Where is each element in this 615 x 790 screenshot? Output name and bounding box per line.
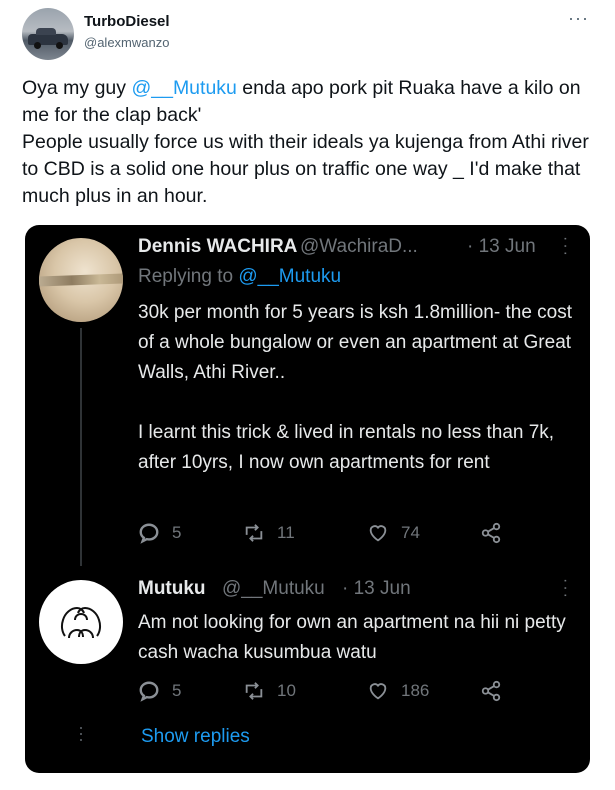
- reply-author-name[interactable]: Mutuku: [138, 578, 206, 600]
- wheel-icon: [34, 42, 41, 49]
- retweet-icon: [245, 524, 263, 542]
- replying-to-mention[interactable]: @__Mutuku: [238, 266, 341, 287]
- share-icon: [481, 680, 501, 702]
- retweet-button[interactable]: 10: [243, 680, 296, 702]
- heart-icon: [369, 525, 387, 542]
- show-replies-link[interactable]: Show replies: [141, 726, 250, 748]
- reply-date[interactable]: · 13 Jun: [467, 236, 536, 258]
- share-button[interactable]: [480, 522, 502, 544]
- retweet-icon: [245, 682, 263, 700]
- reply-text: Am not looking for own an apartment na h…: [138, 612, 566, 663]
- wheel-icon: [56, 42, 63, 49]
- reply-avatar-mutuku[interactable]: [39, 580, 123, 664]
- thread-dot: [80, 739, 82, 741]
- heart-icon: [369, 683, 387, 700]
- author-name[interactable]: TurboDiesel: [84, 13, 170, 30]
- reply-text: 30k per month for 5 years is ksh 1.8mill…: [138, 302, 573, 473]
- reply-button[interactable]: 5: [138, 680, 181, 702]
- reply-author-handle[interactable]: @__Mutuku: [222, 578, 325, 600]
- mention-link[interactable]: @__Mutuku: [131, 77, 236, 99]
- reply-author-name[interactable]: Dennis WACHIRA: [138, 236, 297, 258]
- tweet-text: Oya my guy @__Mutuku enda apo pork pit R…: [22, 77, 589, 207]
- more-options-button[interactable]: ···: [568, 8, 589, 29]
- reply-avatar-dennis[interactable]: [39, 238, 123, 322]
- reply-author-handle[interactable]: @WachiraD...: [300, 236, 418, 258]
- faces-logo-icon: [60, 606, 102, 639]
- thread-dot: [80, 733, 82, 735]
- thread-dot: [80, 727, 82, 729]
- reply-date[interactable]: · 13 Jun: [342, 578, 411, 600]
- comment-icon: [139, 523, 159, 544]
- share-icon: [481, 522, 501, 544]
- retweet-button[interactable]: 11: [243, 522, 295, 544]
- author-avatar[interactable]: [22, 8, 74, 60]
- reply-button[interactable]: 5: [138, 522, 181, 544]
- reply-more-icon[interactable]: ···: [556, 236, 574, 258]
- thread-connector-line: [80, 328, 82, 566]
- author-handle[interactable]: @alexmwanzo: [84, 35, 169, 50]
- bracelet-photo: [39, 273, 123, 287]
- ellipsis-horizontal-icon: ···: [568, 8, 589, 28]
- like-button[interactable]: 186: [367, 680, 429, 702]
- comment-icon: [139, 681, 159, 702]
- like-button[interactable]: 74: [367, 522, 420, 544]
- share-button[interactable]: [480, 680, 502, 702]
- reply-more-icon[interactable]: ···: [556, 578, 574, 600]
- replying-to: Replying to @__Mutuku: [138, 266, 342, 287]
